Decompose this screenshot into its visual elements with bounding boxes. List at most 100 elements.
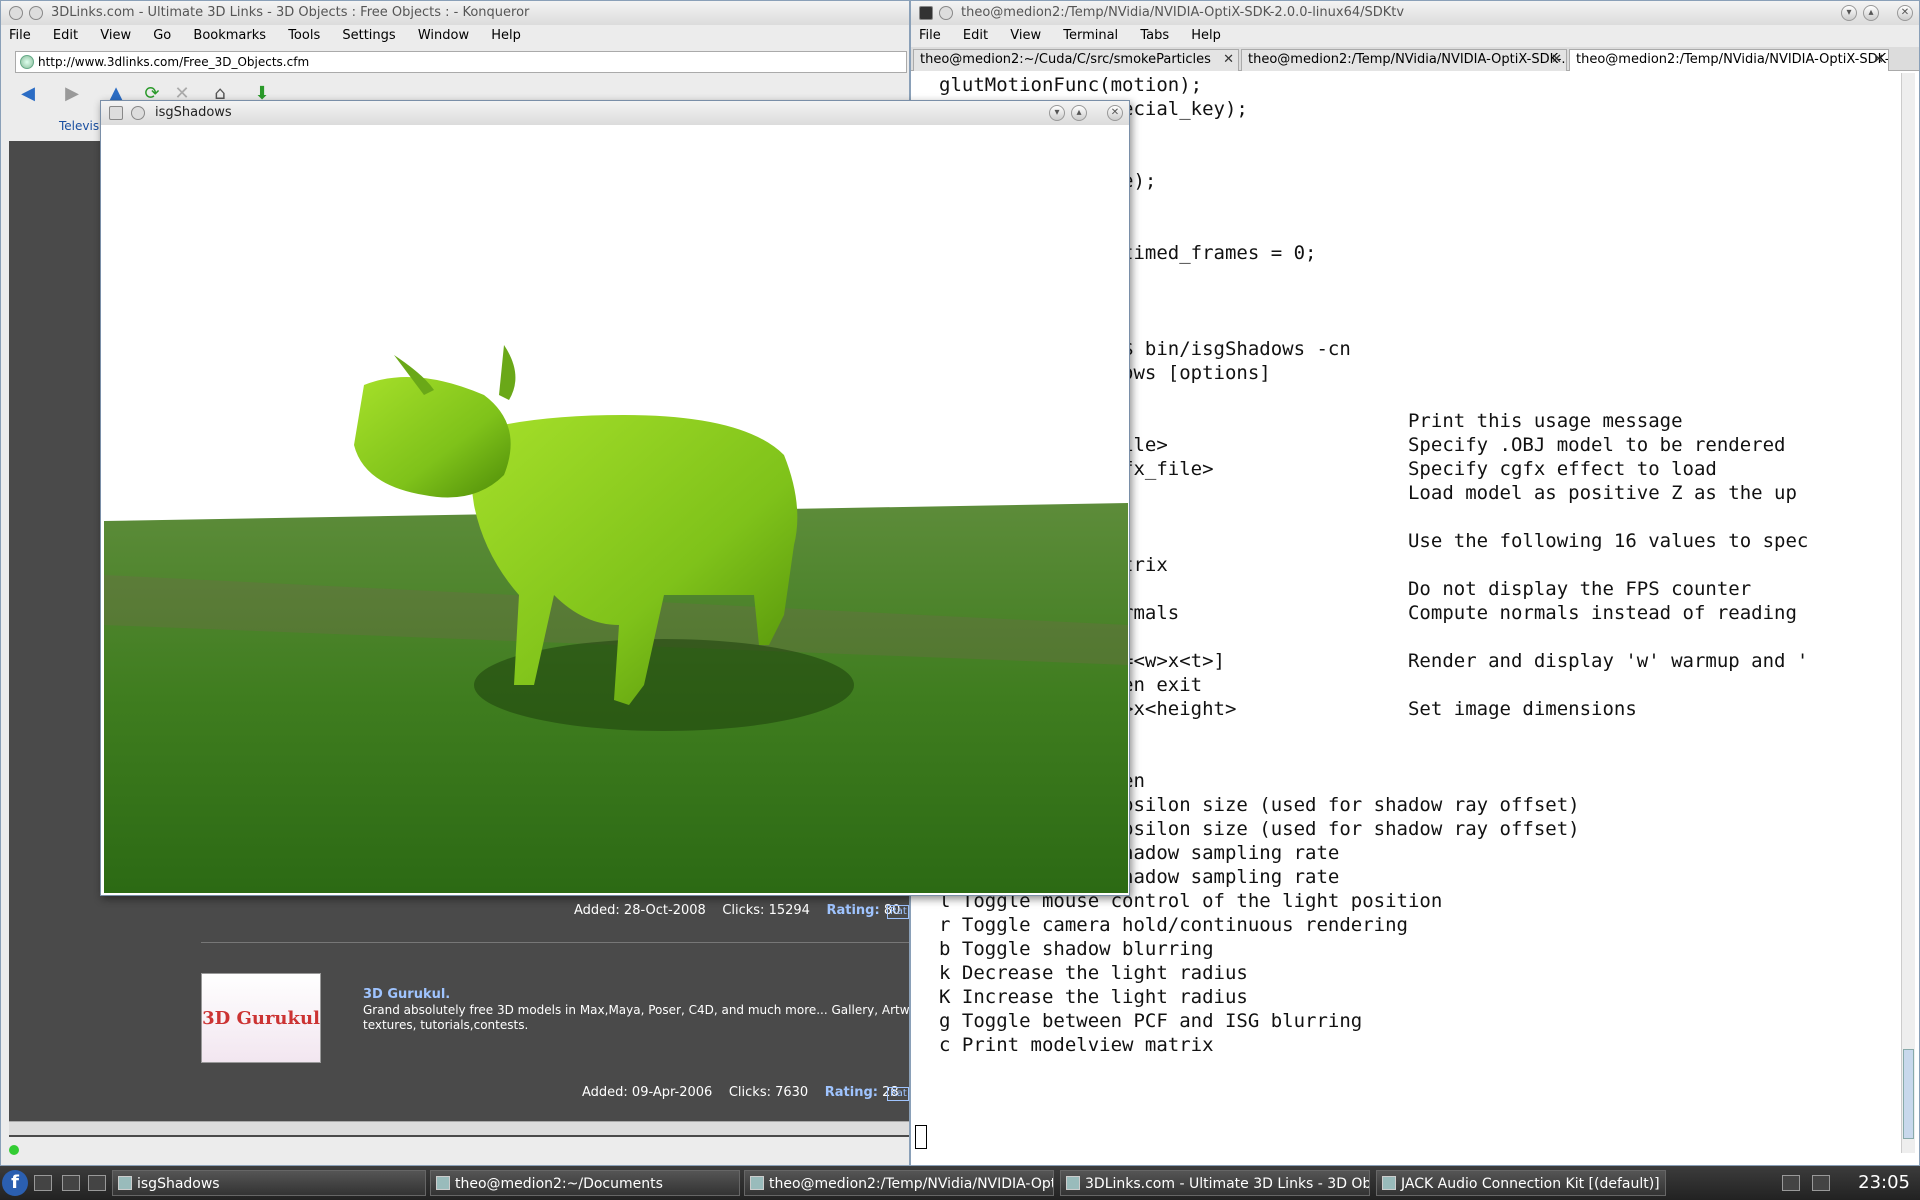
menu-edit[interactable]: Edit	[53, 28, 78, 43]
terminal-app-icon[interactable]	[919, 6, 933, 20]
terminal-tray-icon[interactable]	[1812, 1175, 1830, 1191]
terminal-scrollbar[interactable]	[1901, 73, 1915, 1153]
task-jack[interactable]: JACK Audio Connection Kit [(default)] St…	[1376, 1170, 1666, 1196]
menu-go[interactable]: Go	[153, 28, 171, 43]
isgshadows-titlebar[interactable]: isgShadows ▾ ▴ ✕	[101, 101, 1129, 125]
close-button[interactable]: ✕	[1107, 105, 1123, 121]
app-x-icon[interactable]	[109, 106, 123, 120]
menu-tools[interactable]: Tools	[288, 28, 320, 43]
nvidia-tray-icon[interactable]	[1782, 1175, 1800, 1191]
terminal-icon	[750, 1176, 764, 1190]
globe-icon	[20, 55, 34, 69]
url-text: http://www.3dlinks.com/Free_3D_Objects.c…	[38, 55, 310, 69]
entry-2-stats: Added: 09-Apr-2006 Clicks: 7630 Rating: …	[582, 1085, 899, 1100]
menu-bookmarks[interactable]: Bookmarks	[193, 28, 266, 43]
entry-2-added: Added: 09-Apr-2006	[582, 1085, 713, 1100]
terminal-line: g Toggle between PCF and ISG blurring	[939, 1010, 1363, 1032]
entry-2-rating-label: Rating:	[824, 1085, 878, 1100]
terminal-line: K Increase the light radius	[939, 986, 1248, 1008]
task-label: JACK Audio Connection Kit [(default)] St…	[1401, 1176, 1666, 1192]
menu-help[interactable]: Help	[491, 28, 521, 43]
site-title-link[interactable]: 3D Gurukul.	[363, 987, 450, 1002]
taskbar: f isgShadows theo@medion2:~/Documents th…	[0, 1166, 1920, 1200]
tab-1-label: theo@medion2:~/Cuda/C/src/smokeParticles	[920, 52, 1211, 67]
task-label: 3DLinks.com - Ultimate 3D Links - 3D Obj	[1085, 1176, 1370, 1192]
konqueror-titlebar[interactable]: 3DLinks.com - Ultimate 3D Links - 3D Obj…	[1, 1, 909, 25]
entry-1-stats: Added: 28-Oct-2008 Clicks: 15294 Rating:…	[574, 903, 900, 918]
entry-2-rate-button[interactable]: Rat	[887, 1087, 909, 1101]
terminal-tab-2[interactable]: theo@medion2:/Temp/NVidia/NVIDIA-OptiX-S…	[1241, 49, 1567, 71]
konqueror-statusbar	[1, 1137, 909, 1165]
url-input[interactable]: http://www.3dlinks.com/Free_3D_Objects.c…	[15, 51, 907, 73]
task-konqueror[interactable]: 3DLinks.com - Ultimate 3D Links - 3D Obj	[1060, 1170, 1370, 1196]
term-menu-terminal[interactable]: Terminal	[1063, 28, 1118, 43]
terminal-line: b Toggle shadow blurring	[939, 938, 1214, 960]
horizontal-scrollbar[interactable]	[9, 1121, 909, 1135]
tab-3-label: theo@medion2:/Temp/NVidia/NVIDIA-OptiX-S…	[1576, 52, 1889, 67]
sticky-icon[interactable]	[29, 6, 43, 20]
term-menu-file[interactable]: File	[919, 28, 941, 43]
close-tab-icon[interactable]: ✕	[1551, 50, 1562, 70]
pager-icon-2[interactable]	[88, 1175, 106, 1191]
start-menu-icon[interactable]: f	[2, 1170, 28, 1196]
menu-window[interactable]: Window	[418, 28, 469, 43]
bookmark-televis[interactable]: Televis	[59, 119, 99, 133]
task-label: theo@medion2:/Temp/NVidia/NVIDIA-Opt	[769, 1176, 1054, 1192]
task-terminal-documents[interactable]: theo@medion2:~/Documents	[430, 1170, 740, 1196]
task-label: isgShadows	[137, 1176, 220, 1192]
pager-icon[interactable]	[62, 1175, 80, 1191]
browser-icon	[1066, 1176, 1080, 1190]
window-menu-icon[interactable]	[9, 6, 23, 20]
tab-2-label: theo@medion2:/Temp/NVidia/NVIDIA-OptiX-S…	[1248, 52, 1567, 67]
konqueror-menubar: File Edit View Go Bookmarks Tools Settin…	[1, 25, 909, 47]
terminal-tab-1[interactable]: theo@medion2:~/Cuda/C/src/smokeParticles…	[913, 49, 1239, 71]
scrollbar-thumb[interactable]	[1903, 1049, 1914, 1139]
entry-2-clicks: Clicks: 7630	[728, 1085, 809, 1100]
minimize-button[interactable]: ▾	[1841, 5, 1857, 21]
forward-arrow-icon[interactable]: ▶	[61, 83, 83, 105]
entry-1-rate-button[interactable]: Rat	[887, 905, 909, 919]
term-menu-edit[interactable]: Edit	[963, 28, 988, 43]
terminal-menubar: File Edit View Terminal Tabs Help	[911, 25, 1919, 47]
sticky-icon[interactable]	[939, 6, 953, 20]
task-isgshadows[interactable]: isgShadows	[112, 1170, 426, 1196]
close-tab-icon[interactable]: ✕	[1223, 50, 1234, 70]
menu-view[interactable]: View	[100, 28, 131, 43]
maximize-button[interactable]: ▴	[1071, 105, 1087, 121]
terminal-titlebar[interactable]: theo@medion2:/Temp/NVidia/NVIDIA-OptiX-S…	[911, 1, 1919, 25]
maximize-button[interactable]: ▴	[1863, 5, 1879, 21]
terminal-icon	[436, 1176, 450, 1190]
render-viewport[interactable]	[104, 125, 1128, 893]
entry-1-rating-label: Rating:	[826, 903, 880, 918]
jack-icon	[1382, 1176, 1396, 1190]
site-name[interactable]: 3D Gurukul.	[363, 987, 450, 1002]
terminal-line: k Decrease the light radius	[939, 962, 1248, 984]
close-button[interactable]: ✕	[1897, 5, 1913, 21]
isgshadows-window: isgShadows ▾ ▴ ✕	[100, 100, 1130, 896]
close-tab-icon[interactable]: ✕	[1873, 50, 1884, 70]
task-app-icon	[118, 1176, 132, 1190]
terminal-tabbar: theo@medion2:~/Cuda/C/src/smokeParticles…	[911, 47, 1919, 71]
status-led-icon	[9, 1145, 19, 1155]
term-menu-tabs[interactable]: Tabs	[1140, 28, 1169, 43]
minimize-button[interactable]: ▾	[1049, 105, 1065, 121]
site-description: Grand absolutely free 3D models in Max,M…	[363, 1003, 910, 1032]
clock: 23:05	[1858, 1172, 1910, 1193]
menu-file[interactable]: File	[9, 28, 31, 43]
term-menu-help[interactable]: Help	[1191, 28, 1221, 43]
sticky-icon[interactable]	[131, 106, 145, 120]
terminal-tab-3[interactable]: theo@medion2:/Temp/NVidia/NVIDIA-OptiX-S…	[1569, 49, 1889, 71]
menu-settings[interactable]: Settings	[342, 28, 395, 43]
entry-divider	[201, 942, 909, 943]
task-label: theo@medion2:~/Documents	[455, 1176, 663, 1192]
terminal-line: r Toggle camera hold/continuous renderin…	[939, 914, 1408, 936]
entry-1-added: Added: 28-Oct-2008	[574, 903, 706, 918]
back-arrow-icon[interactable]: ◀	[17, 83, 39, 105]
entry-1-clicks: Clicks: 15294	[722, 903, 810, 918]
desktop-icon[interactable]	[34, 1175, 52, 1191]
task-terminal-optix[interactable]: theo@medion2:/Temp/NVidia/NVIDIA-Opt	[744, 1170, 1054, 1196]
site-logo[interactable]: 3D Gurukul	[201, 973, 321, 1063]
konqueror-title: 3DLinks.com - Ultimate 3D Links - 3D Obj…	[51, 5, 530, 20]
terminal-title: theo@medion2:/Temp/NVidia/NVIDIA-OptiX-S…	[961, 5, 1405, 20]
term-menu-view[interactable]: View	[1010, 28, 1041, 43]
